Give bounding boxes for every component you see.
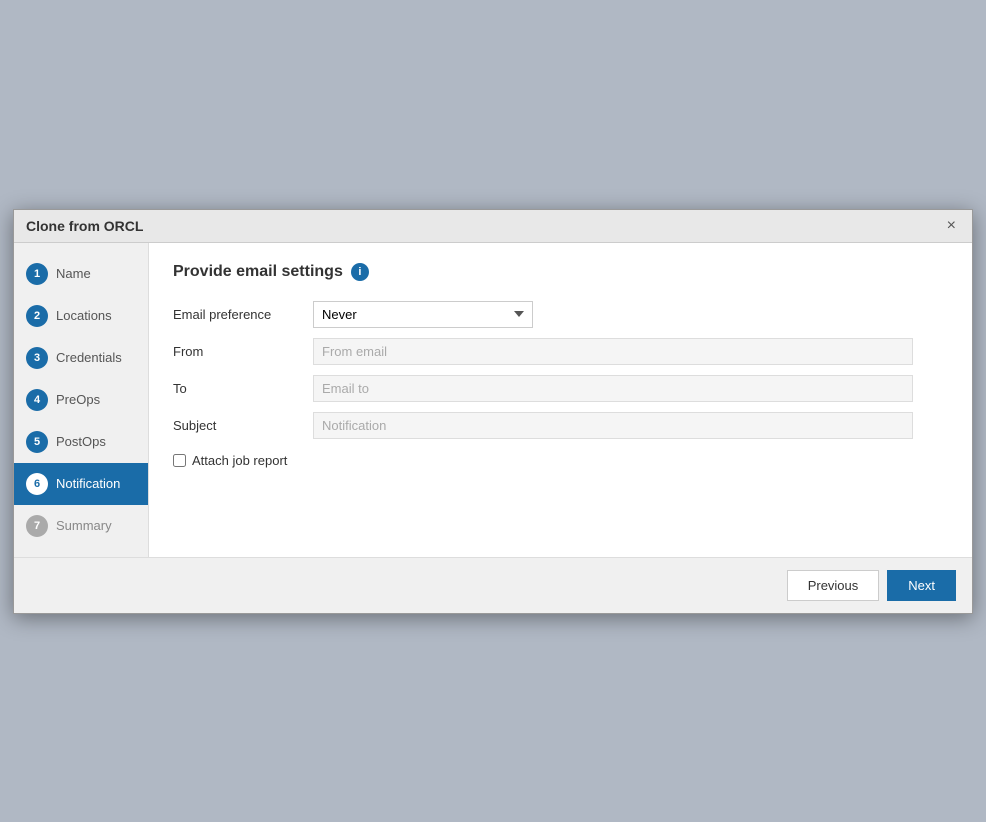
step-label-5: PostOps bbox=[56, 434, 106, 449]
attach-job-report-checkbox[interactable] bbox=[173, 454, 186, 467]
section-title-text: Provide email settings bbox=[173, 263, 343, 281]
clone-dialog: Clone from ORCL × 1 Name 2 Locations 3 C… bbox=[13, 209, 973, 614]
from-control bbox=[313, 338, 913, 365]
dialog-titlebar: Clone from ORCL × bbox=[14, 210, 972, 243]
attach-job-report-row: Attach job report bbox=[173, 453, 948, 468]
step-circle-6: 6 bbox=[26, 473, 48, 495]
step-circle-3: 3 bbox=[26, 347, 48, 369]
step-label-3: Credentials bbox=[56, 350, 122, 365]
sidebar-item-preops[interactable]: 4 PreOps bbox=[14, 379, 148, 421]
previous-button[interactable]: Previous bbox=[787, 570, 880, 601]
to-control bbox=[313, 375, 913, 402]
from-label: From bbox=[173, 344, 313, 359]
step-label-6: Notification bbox=[56, 476, 120, 491]
step-label-7: Summary bbox=[56, 518, 112, 533]
step-circle-1: 1 bbox=[26, 263, 48, 285]
step-label-4: PreOps bbox=[56, 392, 100, 407]
email-preference-row: Email preference Never Always On Failure… bbox=[173, 301, 948, 328]
main-content: Provide email settings i Email preferenc… bbox=[149, 243, 972, 557]
step-circle-5: 5 bbox=[26, 431, 48, 453]
sidebar-item-name[interactable]: 1 Name bbox=[14, 253, 148, 295]
sidebar-item-credentials[interactable]: 3 Credentials bbox=[14, 337, 148, 379]
email-preference-select[interactable]: Never Always On Failure On Success bbox=[313, 301, 533, 328]
subject-control bbox=[313, 412, 913, 439]
section-header: Provide email settings i bbox=[173, 263, 948, 281]
step-label-2: Locations bbox=[56, 308, 112, 323]
dialog-title: Clone from ORCL bbox=[26, 218, 143, 234]
subject-label: Subject bbox=[173, 418, 313, 433]
sidebar: 1 Name 2 Locations 3 Credentials 4 PreOp… bbox=[14, 243, 149, 557]
to-label: To bbox=[173, 381, 313, 396]
step-label-1: Name bbox=[56, 266, 91, 281]
info-icon[interactable]: i bbox=[351, 263, 369, 281]
email-preference-control: Never Always On Failure On Success bbox=[313, 301, 913, 328]
attach-job-report-label[interactable]: Attach job report bbox=[192, 453, 287, 468]
subject-row: Subject bbox=[173, 412, 948, 439]
sidebar-item-summary[interactable]: 7 Summary bbox=[14, 505, 148, 547]
email-preference-label: Email preference bbox=[173, 307, 313, 322]
from-input[interactable] bbox=[313, 338, 913, 365]
dialog-footer: Previous Next bbox=[14, 557, 972, 613]
sidebar-item-notification[interactable]: 6 Notification bbox=[14, 463, 148, 505]
next-button[interactable]: Next bbox=[887, 570, 956, 601]
to-row: To bbox=[173, 375, 948, 402]
dialog-body: 1 Name 2 Locations 3 Credentials 4 PreOp… bbox=[14, 243, 972, 557]
close-button[interactable]: × bbox=[943, 218, 960, 234]
step-circle-2: 2 bbox=[26, 305, 48, 327]
to-input[interactable] bbox=[313, 375, 913, 402]
sidebar-item-locations[interactable]: 2 Locations bbox=[14, 295, 148, 337]
subject-input[interactable] bbox=[313, 412, 913, 439]
from-row: From bbox=[173, 338, 948, 365]
sidebar-item-postops[interactable]: 5 PostOps bbox=[14, 421, 148, 463]
step-circle-4: 4 bbox=[26, 389, 48, 411]
step-circle-7: 7 bbox=[26, 515, 48, 537]
